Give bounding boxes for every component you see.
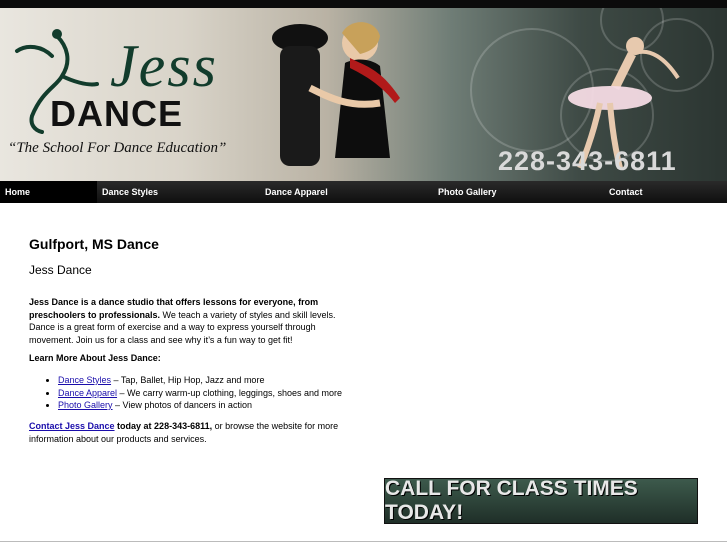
nav-item-dance-styles[interactable]: Dance Styles: [102, 187, 158, 197]
nav-item-dance-apparel[interactable]: Dance Apparel: [265, 187, 328, 197]
call-for-class-times-banner[interactable]: CALL FOR CLASS TIMES TODAY!: [384, 477, 698, 524]
page-subtitle: Jess Dance: [29, 263, 92, 277]
dance-styles-link[interactable]: Dance Styles: [58, 375, 111, 385]
logo-dance-text: DANCE: [50, 93, 184, 134]
list-item: Dance Styles – Tap, Ballet, Hip Hop, Jaz…: [58, 374, 342, 387]
list-item-text: – We carry warm-up clothing, leggings, s…: [117, 387, 342, 398]
learn-more-heading: Learn More About Jess Dance:: [29, 353, 161, 363]
list-item: Dance Apparel – We carry warm-up clothin…: [58, 387, 342, 400]
contact-phone-text: today at 228-343-6811,: [114, 421, 213, 431]
list-item-text: – Tap, Ballet, Hip Hop, Jazz and more: [111, 375, 265, 385]
nav-item-home[interactable]: Home: [5, 187, 30, 197]
main-navigation: Home Dance Styles Dance Apparel Photo Ga…: [0, 181, 727, 203]
phone-number: 228-343-6811: [498, 146, 677, 176]
tagline: “The School For Dance Education”: [8, 140, 227, 156]
intro-paragraph: Jess Dance is a dance studio that offers…: [29, 296, 349, 346]
list-item: Photo Gallery – View photos of dancers i…: [58, 399, 342, 412]
contact-paragraph: Contact Jess Dance today at 228-343-6811…: [29, 420, 349, 445]
dancing-couple-image: [272, 22, 400, 166]
nav-item-photo-gallery[interactable]: Photo Gallery: [438, 187, 497, 197]
logo-jess-text: Jess: [110, 33, 218, 99]
dance-apparel-link[interactable]: Dance Apparel: [58, 388, 117, 398]
promo-text: CALL FOR CLASS TIMES TODAY!: [385, 477, 638, 524]
nav-item-contact[interactable]: Contact: [609, 187, 643, 197]
photo-gallery-link[interactable]: Photo Gallery: [58, 400, 113, 410]
header-banner: Jess DANCE “The School For Dance Educati…: [0, 8, 727, 181]
page-title: Gulfport, MS Dance: [29, 236, 159, 252]
contact-link[interactable]: Contact Jess Dance: [29, 421, 115, 431]
services-list: Dance Styles – Tap, Ballet, Hip Hop, Jaz…: [29, 374, 342, 412]
top-bar: [0, 0, 727, 8]
footer-divider: [0, 541, 727, 542]
list-item-text: – View photos of dancers in action: [112, 400, 252, 410]
